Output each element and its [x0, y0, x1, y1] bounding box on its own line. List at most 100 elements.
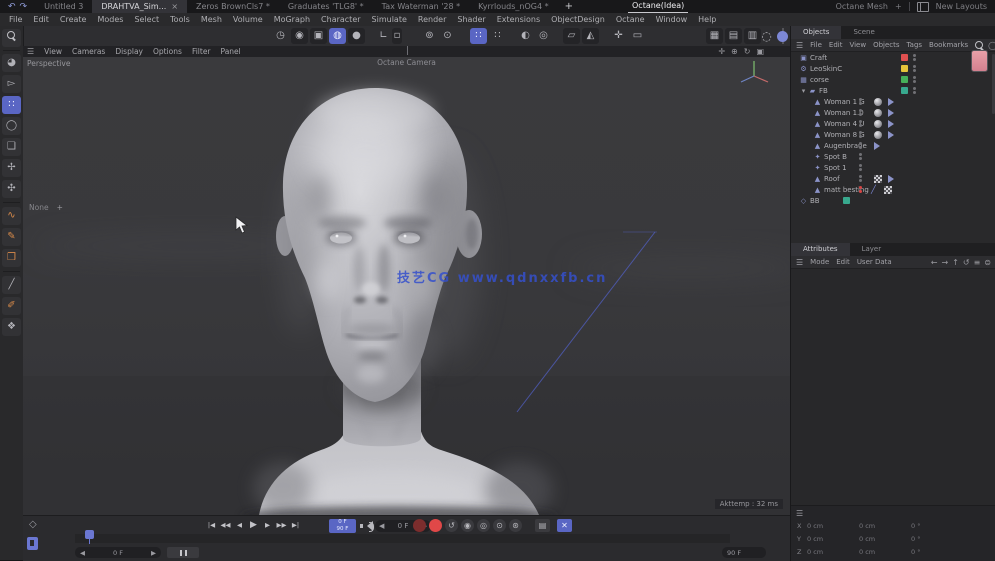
position-value[interactable]: 0 cm — [807, 535, 859, 543]
coord-world-icon[interactable]: ⊙ — [439, 28, 456, 44]
pen-tool[interactable]: ✎ — [2, 228, 21, 246]
size-value[interactable]: 0 cm — [859, 548, 911, 556]
menu-render[interactable]: Render — [418, 15, 446, 24]
menu-volume[interactable]: Volume — [233, 15, 263, 24]
om-menu-bookmarks[interactable]: Bookmarks — [929, 41, 968, 49]
attr-menu-mode[interactable]: Mode — [810, 258, 829, 266]
menu-tools[interactable]: Tools — [170, 15, 190, 24]
object-row[interactable]: ⚙ LeoSkinC — [791, 63, 995, 74]
document-tab[interactable]: Graduates 'TLG8' * — [279, 0, 373, 13]
poly-tools[interactable]: ❒ — [2, 249, 21, 267]
pen-tag-icon[interactable]: ╱ — [871, 185, 880, 194]
expand-arrow-icon[interactable]: ▾ — [799, 87, 808, 95]
object-row[interactable]: ◇ BB — [791, 195, 995, 206]
tab-scene[interactable]: Scene — [841, 26, 886, 39]
sound-icon[interactable] — [360, 521, 374, 532]
workplane-axis-icon[interactable]: ∟ — [375, 28, 392, 44]
attr-up-icon[interactable]: ↑ — [952, 258, 959, 267]
tag-icon[interactable] — [874, 142, 884, 150]
live-selection-icon[interactable]: ◉ — [291, 28, 308, 44]
menu-window[interactable]: Window — [656, 15, 688, 24]
move-tool[interactable]: ∷ — [2, 96, 21, 114]
brush-tool[interactable]: ✐ — [2, 297, 21, 315]
next-frame-button[interactable]: ▶ — [261, 519, 274, 532]
coord-menu-icon[interactable]: ☰ — [796, 509, 803, 518]
menu-select[interactable]: Select — [134, 15, 159, 24]
opacity-slider[interactable] — [775, 27, 791, 45]
layout-switcher[interactable]: New Layouts — [936, 2, 987, 11]
prev-key-button[interactable]: ◀◀ — [219, 519, 232, 532]
menu-help[interactable]: Help — [698, 15, 716, 24]
range-dec-icon[interactable]: ◀ — [80, 549, 85, 557]
menu-edit[interactable]: Edit — [33, 15, 49, 24]
snap-grid-icon[interactable]: ∷ — [470, 28, 487, 44]
keyframe-position-button[interactable]: ◉ — [461, 519, 474, 532]
document-tab[interactable]: Tax Waterman '28 * — [373, 0, 469, 13]
undo-icon[interactable]: ↶ — [8, 2, 16, 12]
select-tool[interactable]: ▻ — [2, 75, 21, 93]
menu-mesh[interactable]: Mesh — [201, 15, 222, 24]
add-tab-button[interactable]: + — [558, 1, 580, 12]
add-layout-button[interactable]: + — [895, 2, 902, 11]
position-value[interactable]: 0 cm — [807, 522, 859, 530]
viewport-3d[interactable]: ☰ View Cameras Display Options Filter Pa… — [23, 46, 790, 515]
om-menu-view[interactable]: View — [849, 41, 866, 49]
viewport-filter-icon[interactable]: ✛ — [610, 28, 627, 44]
attr-menu-icon[interactable]: ☰ — [796, 258, 803, 267]
texture-tag-icon[interactable] — [884, 185, 892, 194]
visibility-dots[interactable] — [859, 131, 862, 139]
size-value[interactable]: 0 cm — [859, 522, 911, 530]
stamp-tool[interactable]: ❖ — [2, 318, 21, 336]
object-row[interactable]: ▲ matt besting ╱ — [791, 184, 995, 195]
keyframe-parameter-button[interactable]: ⊛ — [509, 519, 522, 532]
viewport-menu-options[interactable]: Options — [153, 47, 182, 56]
rotate-tool[interactable]: ◯ — [2, 117, 21, 135]
range-zoom-handle[interactable] — [167, 547, 199, 558]
record-off-button[interactable]: ● — [413, 519, 426, 532]
scale-tool[interactable]: ❑ — [2, 138, 21, 156]
tag-icon[interactable] — [888, 109, 898, 117]
om-menu-file[interactable]: File — [810, 41, 822, 49]
object-row[interactable]: ▲ Woman 1.0 — [791, 107, 995, 118]
history-icon[interactable]: ◷ — [272, 28, 289, 44]
tab-layer[interactable]: Layer — [850, 243, 894, 256]
autokey-button[interactable]: ↺ — [445, 519, 458, 532]
axis-box-icon[interactable]: ▫ — [392, 28, 402, 44]
object-row[interactable]: ▲ Woman 8 G — [791, 129, 995, 140]
close-icon[interactable]: × — [171, 2, 178, 11]
coord-row-z[interactable]: Z 0 cm 0 cm 0 ° — [791, 546, 995, 557]
hud-item[interactable]: None + — [29, 203, 63, 212]
document-tab-active[interactable]: DRAHTVA_Sim... × — [92, 0, 188, 13]
document-tab[interactable]: Untitled 3 — [35, 0, 92, 13]
menu-octane[interactable]: Octane — [616, 15, 645, 24]
live-selection-tool[interactable]: ◕ — [2, 54, 21, 72]
attribute-editor-body[interactable] — [791, 269, 995, 505]
knife-tool[interactable]: ╱ — [2, 276, 21, 294]
om-menu-objects[interactable]: Objects — [873, 41, 899, 49]
viewport-pan-icon[interactable]: ✛ — [718, 47, 725, 56]
om-menu-icon[interactable]: ☰ — [796, 41, 803, 50]
layer-chip[interactable] — [901, 54, 908, 61]
octane-tab[interactable]: Octane(Idea) — [628, 0, 689, 13]
om-filter-icon[interactable]: ◯ — [988, 41, 995, 50]
simulate-tool-icon[interactable]: ● — [348, 28, 365, 44]
tag-icon[interactable] — [888, 120, 898, 128]
attr-menu-userdata[interactable]: User Data — [857, 258, 892, 266]
viewport-maximize-icon[interactable]: ▣ — [756, 47, 764, 56]
visibility-dots[interactable] — [859, 164, 862, 172]
rotation-value[interactable]: 0 ° — [911, 548, 963, 556]
object-row[interactable]: ▲ Woman 1 G — [791, 96, 995, 107]
keyframe-rotation-button[interactable]: ⊙ — [493, 519, 506, 532]
model-mode-icon[interactable]: ◎ — [535, 28, 552, 44]
redo-icon[interactable]: ↷ — [20, 2, 28, 12]
tab-attributes[interactable]: Attributes — [791, 243, 850, 256]
visibility-dots[interactable] — [913, 76, 916, 84]
snap-tool[interactable]: ✣ — [2, 180, 21, 198]
keyframe-selection-button[interactable]: ✕ — [557, 519, 572, 532]
om-menu-edit[interactable]: Edit — [829, 41, 843, 49]
document-tab[interactable]: Kyrrlouds_nOG4 * — [469, 0, 557, 13]
attr-menu-edit[interactable]: Edit — [836, 258, 850, 266]
menu-simulate[interactable]: Simulate — [372, 15, 407, 24]
record-button[interactable]: ● — [429, 519, 442, 532]
next-key-button[interactable]: ▶▶ — [275, 519, 288, 532]
